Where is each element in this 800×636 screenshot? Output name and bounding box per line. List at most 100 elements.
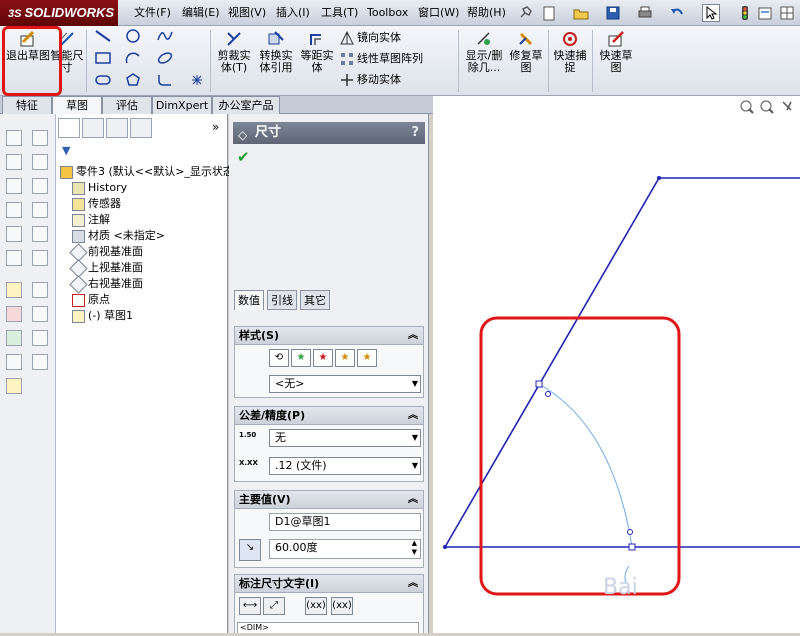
- block-edit-icon[interactable]: [32, 354, 48, 370]
- reverse-direction-icon[interactable]: ↘: [239, 539, 261, 561]
- spline-tool-icon[interactable]: [156, 28, 174, 48]
- load-style-icon[interactable]: ★: [357, 349, 377, 367]
- convert-entities-button[interactable]: 转换实体引用: [256, 30, 296, 74]
- tolerance-select[interactable]: 无 ▼: [269, 429, 421, 447]
- new-document-icon[interactable]: [540, 4, 558, 22]
- arc-handle[interactable]: [535, 380, 543, 388]
- view-dimetric-icon[interactable]: [6, 226, 22, 242]
- view-trimetric-icon[interactable]: [32, 226, 48, 242]
- quick-snaps-button[interactable]: 快速捕捉: [552, 30, 588, 74]
- spin-arrows-icon[interactable]: ▲ ▼: [412, 539, 417, 557]
- tree-item-annotations[interactable]: 注解: [72, 212, 110, 228]
- view-section-icon[interactable]: [32, 250, 48, 266]
- circle-tool-icon[interactable]: [124, 28, 142, 48]
- zoom-area-icon[interactable]: [760, 100, 774, 114]
- view-right-icon[interactable]: [32, 154, 48, 170]
- tree-item-sketch1[interactable]: (-) 草图1: [72, 308, 133, 324]
- menu-tools[interactable]: 工具(T): [321, 0, 358, 26]
- sketch-tool-icon[interactable]: [32, 282, 48, 298]
- menu-view[interactable]: 视图(V): [228, 0, 266, 26]
- traffic-light-icon[interactable]: [736, 4, 754, 22]
- menu-window[interactable]: 窗口(W): [418, 0, 459, 26]
- view-left-icon[interactable]: [6, 202, 22, 218]
- parentheses-button-1[interactable]: (xx): [305, 597, 327, 615]
- text-position-icon[interactable]: ⟷: [239, 597, 261, 615]
- configuration-manager-tab-icon[interactable]: [106, 118, 128, 138]
- menu-toolbox[interactable]: Toolbox: [367, 0, 408, 26]
- appearance-tab-icon[interactable]: [130, 118, 152, 138]
- tree-item-sensors[interactable]: 传感器: [72, 196, 121, 212]
- pin-icon[interactable]: [516, 4, 534, 22]
- view-front-icon[interactable]: [32, 130, 48, 146]
- polygon-tool-icon[interactable]: [124, 72, 142, 92]
- group-dimension-text-header[interactable]: 标注尺寸文字(I) ︽: [235, 575, 423, 593]
- filter-icon[interactable]: ▼: [62, 144, 70, 157]
- print-icon[interactable]: [636, 4, 654, 22]
- tree-item-material[interactable]: 材质 <未指定>: [72, 228, 165, 244]
- zoom-to-fit-icon[interactable]: [740, 100, 754, 114]
- smart-dim-side-icon[interactable]: [6, 306, 22, 322]
- ellipse-tool-icon[interactable]: [156, 50, 174, 70]
- dimension-name-field[interactable]: D1@草图1: [269, 513, 421, 531]
- repair-sketch-button[interactable]: 修复草图: [508, 30, 544, 74]
- slot-tool-icon[interactable]: [94, 72, 112, 92]
- fillet-tool-icon[interactable]: [156, 72, 174, 92]
- angle-dimension-arc[interactable]: [538, 383, 633, 548]
- select-cursor-icon[interactable]: [702, 4, 720, 22]
- add-relation-icon[interactable]: [6, 330, 22, 346]
- point-tool-icon[interactable]: [188, 72, 206, 92]
- display-delete-relations-button[interactable]: 显示/删除几...: [462, 30, 506, 74]
- view-top-icon[interactable]: [6, 154, 22, 170]
- menu-edit[interactable]: 编辑(E): [182, 0, 220, 26]
- view-back-icon[interactable]: [6, 178, 22, 194]
- tree-item-top-plane[interactable]: 上视基准面: [69, 258, 143, 278]
- tree-root-part[interactable]: 零件3 (默认<<默认>_显示状态: [60, 164, 234, 180]
- group-primary-value-header[interactable]: 主要值(V) ︽: [235, 491, 423, 509]
- dimension-text-area[interactable]: <DIM>: [237, 622, 419, 633]
- menu-help[interactable]: 帮助(H): [467, 0, 506, 26]
- menu-insert[interactable]: 插入(I): [276, 0, 310, 26]
- parentheses-button-2[interactable]: (xx): [331, 597, 353, 615]
- tree-item-origin[interactable]: 原点: [72, 292, 110, 308]
- feature-manager-tab-icon[interactable]: [58, 118, 80, 138]
- relation-side-icon[interactable]: [32, 306, 48, 322]
- angled-line[interactable]: [444, 177, 660, 548]
- options-icon[interactable]: [756, 4, 774, 22]
- tab-sketch[interactable]: 草图: [52, 96, 102, 114]
- undo-icon[interactable]: [668, 4, 686, 22]
- rapid-sketch-button[interactable]: 快速草图: [596, 30, 636, 74]
- solidworks-logo[interactable]: 3S SOLIDWORKS: [0, 0, 118, 26]
- graphics-area[interactable]: Bai: [433, 96, 800, 633]
- previous-view-icon[interactable]: [782, 101, 792, 111]
- add-style-icon[interactable]: ★: [291, 349, 311, 367]
- menu-file[interactable]: 文件(F): [134, 0, 171, 26]
- grid-options-icon[interactable]: [778, 4, 796, 22]
- apply-style-icon[interactable]: ⟲: [269, 349, 289, 367]
- group-style-header[interactable]: 样式(S) ︽: [235, 327, 423, 345]
- group-tolerance-header[interactable]: 公差/精度(P) ︽: [235, 407, 423, 425]
- tab-features[interactable]: 特征: [2, 96, 52, 114]
- view-bottom-icon[interactable]: [32, 178, 48, 194]
- offset-entities-button[interactable]: 等距实体: [300, 30, 334, 74]
- arc-handle[interactable]: [628, 543, 636, 551]
- tree-item-right-plane[interactable]: 右视基准面: [69, 274, 143, 294]
- help-button[interactable]: ?: [411, 122, 419, 144]
- open-folder-icon[interactable]: [572, 4, 590, 22]
- text-position-2-icon[interactable]: ⤢: [263, 597, 285, 615]
- fully-define-icon[interactable]: [32, 330, 48, 346]
- tab-evaluate[interactable]: 评估: [102, 96, 152, 114]
- view-iso-icon[interactable]: [32, 202, 48, 218]
- view-cube-icon[interactable]: [6, 130, 22, 146]
- property-manager-tab-icon[interactable]: [82, 118, 104, 138]
- block-tool-icon[interactable]: [6, 354, 22, 370]
- subtab-leaders[interactable]: 引线: [267, 290, 297, 310]
- style-select[interactable]: <无> ▼: [269, 375, 421, 393]
- subtab-other[interactable]: 其它: [300, 290, 330, 310]
- arc-control-point[interactable]: [545, 391, 551, 397]
- expand-arrows-icon[interactable]: »: [212, 120, 219, 134]
- tree-item-history[interactable]: History: [72, 180, 127, 196]
- trim-entities-button[interactable]: 剪裁实体(T): [214, 30, 254, 74]
- tree-item-front-plane[interactable]: 前视基准面: [69, 242, 143, 262]
- endpoint[interactable]: [657, 176, 661, 180]
- tab-office-products[interactable]: 办公室产品: [212, 96, 280, 114]
